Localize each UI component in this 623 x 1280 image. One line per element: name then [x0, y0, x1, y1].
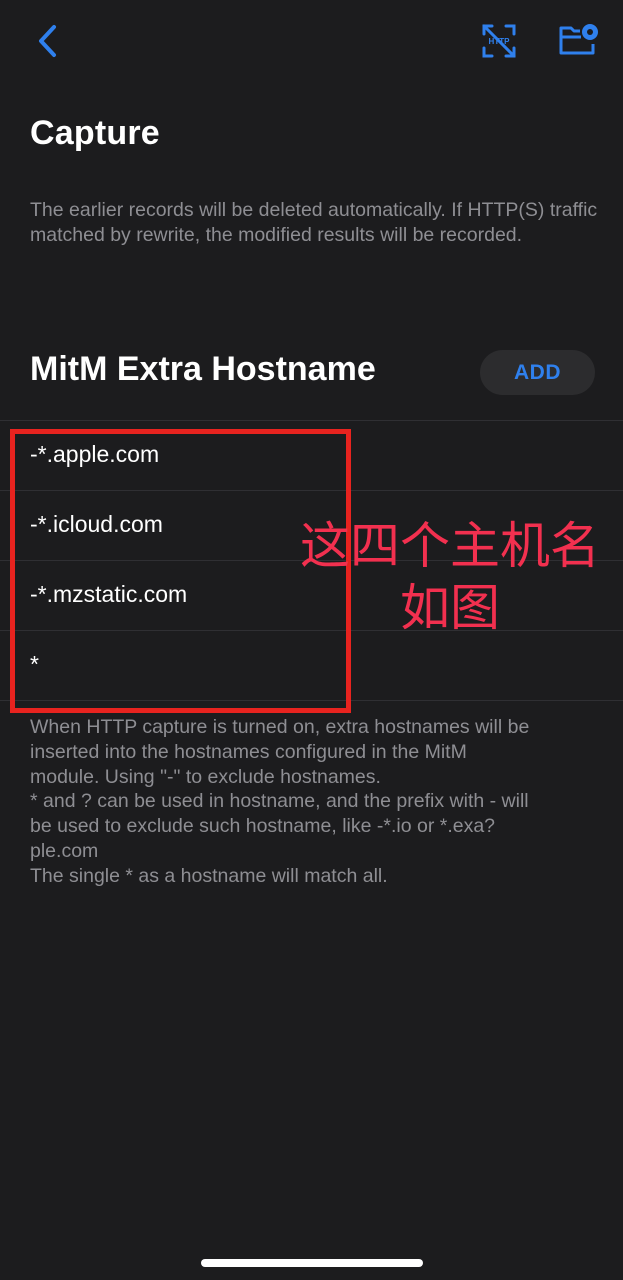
mitm-section-title: MitM Extra Hostname	[30, 350, 376, 388]
footer-line: ple.com	[30, 839, 99, 862]
hostname-text: *	[30, 651, 39, 677]
annotation-text: 这四个主机名 如图	[290, 515, 610, 639]
add-hostname-button[interactable]: ADD	[480, 350, 595, 395]
footer-line: be used to exclude such hostname, like -…	[30, 815, 496, 838]
hostname-text: -*.apple.com	[30, 441, 160, 467]
http-capture-label: HTTP	[489, 37, 511, 46]
folder-settings-icon	[559, 24, 598, 55]
back-button[interactable]	[30, 22, 64, 60]
footer-line: inserted into the hostnames configured i…	[30, 740, 467, 763]
hostname-text: -*.mzstatic.com	[30, 581, 188, 607]
capture-description: The earlier records will be deleted auto…	[30, 199, 598, 246]
page-title: Capture	[30, 114, 160, 152]
annotation-line: 如图	[400, 579, 500, 637]
hostname-row[interactable]: -*.apple.com	[0, 421, 623, 491]
footer-line: When HTTP capture is turned on, extra ho…	[30, 716, 530, 738]
footer-description: When HTTP capture is turned on, extra ho…	[30, 715, 600, 889]
home-indicator[interactable]	[201, 1259, 423, 1267]
footer-line: The single * as a hostname will match al…	[30, 864, 388, 887]
folder-settings-button[interactable]	[556, 20, 602, 60]
footer-line: module. Using "-" to exclude hostnames.	[30, 765, 381, 788]
chevron-left-icon	[39, 25, 56, 57]
annotation-line: 这四个主机名	[300, 517, 600, 575]
http-capture-off-icon: HTTP	[482, 24, 516, 58]
navigation-bar: HTTP	[0, 0, 623, 80]
footer-line: * and ? can be used in hostname, and the…	[30, 790, 529, 813]
http-capture-toggle-button[interactable]: HTTP	[478, 20, 520, 62]
hostname-text: -*.icloud.com	[30, 511, 163, 537]
list-divider	[0, 700, 623, 701]
hostname-row[interactable]: *	[0, 631, 623, 700]
